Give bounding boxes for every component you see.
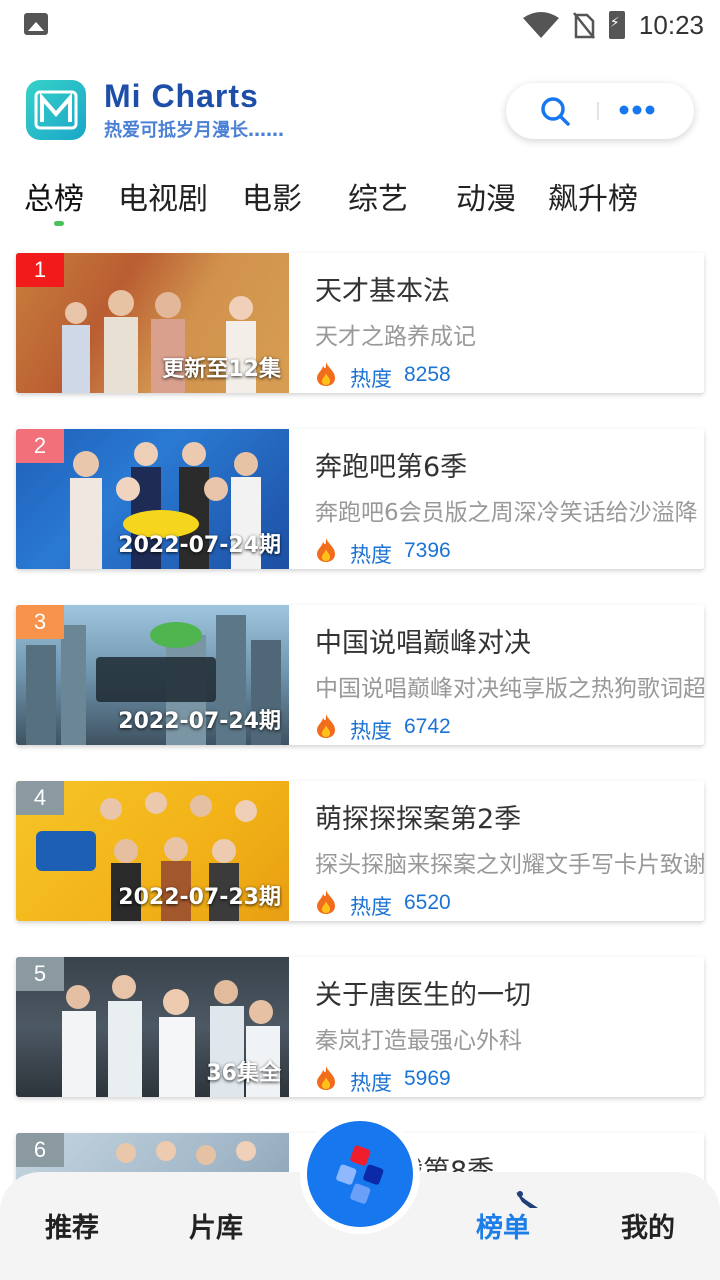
rank-badge: 3 bbox=[16, 605, 64, 639]
fire-icon bbox=[317, 1066, 335, 1090]
item-subtitle: 中国说唱巅峰对决纯享版之热狗歌词超 bbox=[315, 676, 704, 702]
battery-charging-icon bbox=[608, 11, 625, 39]
heat-label: 热度 bbox=[350, 719, 392, 743]
wifi-icon bbox=[522, 12, 559, 38]
status-icons: 10:23 bbox=[522, 8, 704, 42]
rank-badge: 6 bbox=[16, 1133, 64, 1167]
chart-item[interactable]: 5 36集全 关于唐医生的一切 秦岚打造最强心外科 热度 5969 bbox=[16, 957, 704, 1097]
fire-icon bbox=[317, 890, 335, 914]
episode-info: 36集全 bbox=[206, 1061, 281, 1086]
tab-overall[interactable]: 总榜 bbox=[24, 174, 84, 218]
poster-image: 3 2022-07-24期 bbox=[16, 605, 289, 745]
tab-tv-series[interactable]: 电视剧 bbox=[118, 174, 208, 218]
magpie-icon bbox=[516, 1191, 538, 1208]
heat-value: 5969 bbox=[404, 1067, 451, 1090]
category-tabs: 总榜 电视剧 电影 综艺 动漫 飙升榜 bbox=[0, 170, 720, 226]
nav-library[interactable]: 片库 bbox=[189, 1206, 243, 1245]
item-title: 关于唐医生的一切 bbox=[315, 980, 531, 1011]
no-sim-icon bbox=[572, 12, 595, 39]
poster-image: 4 2022-07-23期 bbox=[16, 781, 289, 921]
item-subtitle: 奔跑吧6会员版之周深冷笑话给沙溢降 bbox=[315, 500, 698, 526]
tab-variety[interactable]: 综艺 bbox=[348, 174, 408, 218]
fire-icon bbox=[317, 714, 335, 738]
heat-value: 6520 bbox=[404, 891, 451, 914]
heat-value: 7396 bbox=[404, 539, 451, 562]
chart-item[interactable]: 3 2022-07-24期 中国说唱巅峰对决 中国说唱巅峰对决纯享版之热狗歌词超… bbox=[16, 605, 704, 745]
heat-label: 热度 bbox=[350, 1071, 392, 1095]
episode-info: 2022-07-24期 bbox=[118, 709, 281, 734]
cubes-icon bbox=[336, 1145, 384, 1204]
episode-info: 2022-07-23期 bbox=[118, 885, 281, 910]
item-title: 中国说唱巅峰对决 bbox=[315, 628, 531, 659]
heat-label: 热度 bbox=[350, 543, 392, 567]
chart-item[interactable]: 1 更新至12集 天才基本法 天才之路养成记 热度 8258 bbox=[16, 253, 704, 393]
app-logo bbox=[26, 80, 86, 140]
heat-value: 6742 bbox=[404, 715, 451, 738]
chart-item[interactable]: 2 2022-07-24期 奔跑吧第6季 奔跑吧6会员版之周深冷笑话给沙溢降 热… bbox=[16, 429, 704, 569]
item-subtitle: 秦岚打造最强心外科 bbox=[315, 1028, 522, 1054]
chart-item[interactable]: 4 2022-07-23期 萌探探探案第2季 探头探脑来探案之刘耀文手写卡片致谢… bbox=[16, 781, 704, 921]
heat-label: 热度 bbox=[350, 367, 392, 391]
clock: 10:23 bbox=[638, 9, 704, 40]
tab-anime[interactable]: 动漫 bbox=[456, 174, 516, 218]
image-notification-icon bbox=[24, 13, 48, 35]
heat-label: 热度 bbox=[350, 895, 392, 919]
item-subtitle: 探头探脑来探案之刘耀文手写卡片致谢 bbox=[315, 852, 704, 878]
item-title: 天才基本法 bbox=[315, 276, 450, 307]
nav-recommend[interactable]: 推荐 bbox=[45, 1206, 99, 1245]
poster-image: 2 2022-07-24期 bbox=[16, 429, 289, 569]
app-slogan: 热爱可抵岁月漫长…… bbox=[104, 120, 284, 141]
more-icon[interactable] bbox=[618, 100, 658, 120]
nav-mine[interactable]: 我的 bbox=[621, 1206, 675, 1245]
active-tab-indicator bbox=[54, 221, 64, 226]
center-action-button[interactable] bbox=[300, 1114, 420, 1234]
item-title: 奔跑吧第6季 bbox=[315, 452, 468, 483]
rank-badge: 5 bbox=[16, 957, 64, 991]
rank-badge: 1 bbox=[16, 253, 64, 287]
header-action-pill bbox=[506, 83, 694, 139]
rank-badge: 4 bbox=[16, 781, 64, 815]
episode-info: 2022-07-24期 bbox=[118, 533, 281, 558]
item-subtitle: 天才之路养成记 bbox=[315, 324, 476, 350]
fire-icon bbox=[317, 362, 335, 386]
m-logo-icon bbox=[34, 90, 78, 130]
poster-image: 1 更新至12集 bbox=[16, 253, 289, 393]
fab-circle bbox=[307, 1121, 413, 1227]
app-header: Mi Charts 热爱可抵岁月漫长…… bbox=[0, 70, 720, 160]
pill-divider bbox=[597, 102, 599, 120]
tab-movies[interactable]: 电影 bbox=[242, 174, 302, 218]
search-icon[interactable] bbox=[540, 96, 570, 126]
app-title: Mi Charts bbox=[104, 78, 259, 114]
rank-badge: 2 bbox=[16, 429, 64, 463]
heat-value: 8258 bbox=[404, 363, 451, 386]
episode-info: 更新至12集 bbox=[162, 357, 281, 382]
poster-image: 5 36集全 bbox=[16, 957, 289, 1097]
item-title: 萌探探探案第2季 bbox=[315, 804, 522, 835]
fire-icon bbox=[317, 538, 335, 562]
tab-rising[interactable]: 飙升榜 bbox=[548, 174, 638, 218]
status-bar: 10:23 bbox=[0, 0, 720, 50]
